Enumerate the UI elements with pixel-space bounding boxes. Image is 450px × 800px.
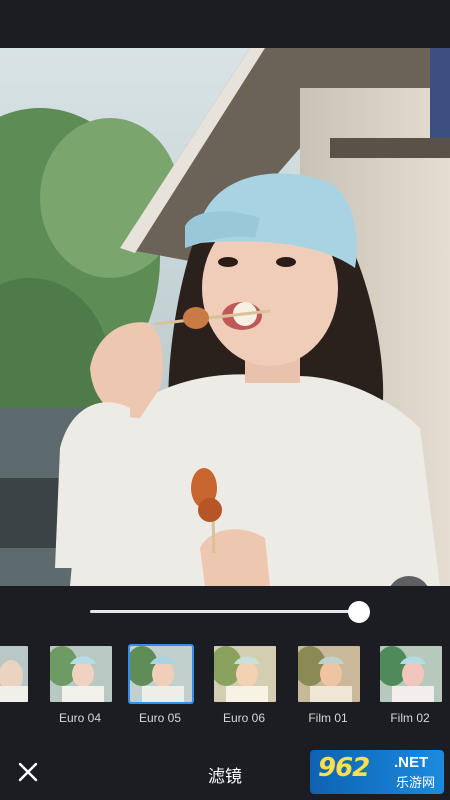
filter-label: Euro 06 <box>222 711 266 725</box>
site-watermark-logo: 962 .NET 乐游网 <box>310 750 444 794</box>
close-button[interactable] <box>14 758 42 786</box>
filter-thumbnail <box>128 644 194 704</box>
filter-thumbnail <box>212 644 278 704</box>
filter-thumbnail <box>378 644 444 704</box>
slider-track[interactable] <box>90 610 362 613</box>
filter-thumbnail <box>0 644 30 704</box>
filter-strip: Euro 04 Euro 05 Euro 06 Film 01 Film 02 <box>0 638 450 744</box>
filter-thumbnail <box>296 644 362 704</box>
photo-preview <box>0 48 450 586</box>
filter-label: Film 02 <box>390 711 430 725</box>
watermark-net: .NET <box>394 754 429 771</box>
top-status-area <box>0 0 450 48</box>
watermark-number: 962 <box>318 753 370 783</box>
filter-item-film-01[interactable]: Film 01 <box>296 644 362 740</box>
slider-thumb[interactable] <box>348 601 371 623</box>
filter-item-film-02[interactable]: Film 02 <box>378 644 444 740</box>
filter-item-partial[interactable] <box>0 644 30 740</box>
filter-label: Film 01 <box>308 711 348 725</box>
filter-item-euro-05[interactable]: Euro 05 <box>128 644 194 740</box>
bottom-toolbar: 滤镜 962 .NET 乐游网 <box>0 744 450 800</box>
watermark-sub: 乐游网 <box>396 775 436 790</box>
filter-label: Euro 05 <box>138 711 182 725</box>
filter-label: Euro 04 <box>58 711 102 725</box>
close-icon <box>18 762 38 782</box>
filter-thumbnail <box>48 644 114 704</box>
filter-item-euro-04[interactable]: Euro 04 <box>48 644 114 740</box>
filter-item-euro-06[interactable]: Euro 06 <box>212 644 278 740</box>
intensity-slider[interactable] <box>0 586 450 638</box>
photo-illustration <box>0 48 450 586</box>
toolbar-title: 滤镜 <box>208 767 242 786</box>
